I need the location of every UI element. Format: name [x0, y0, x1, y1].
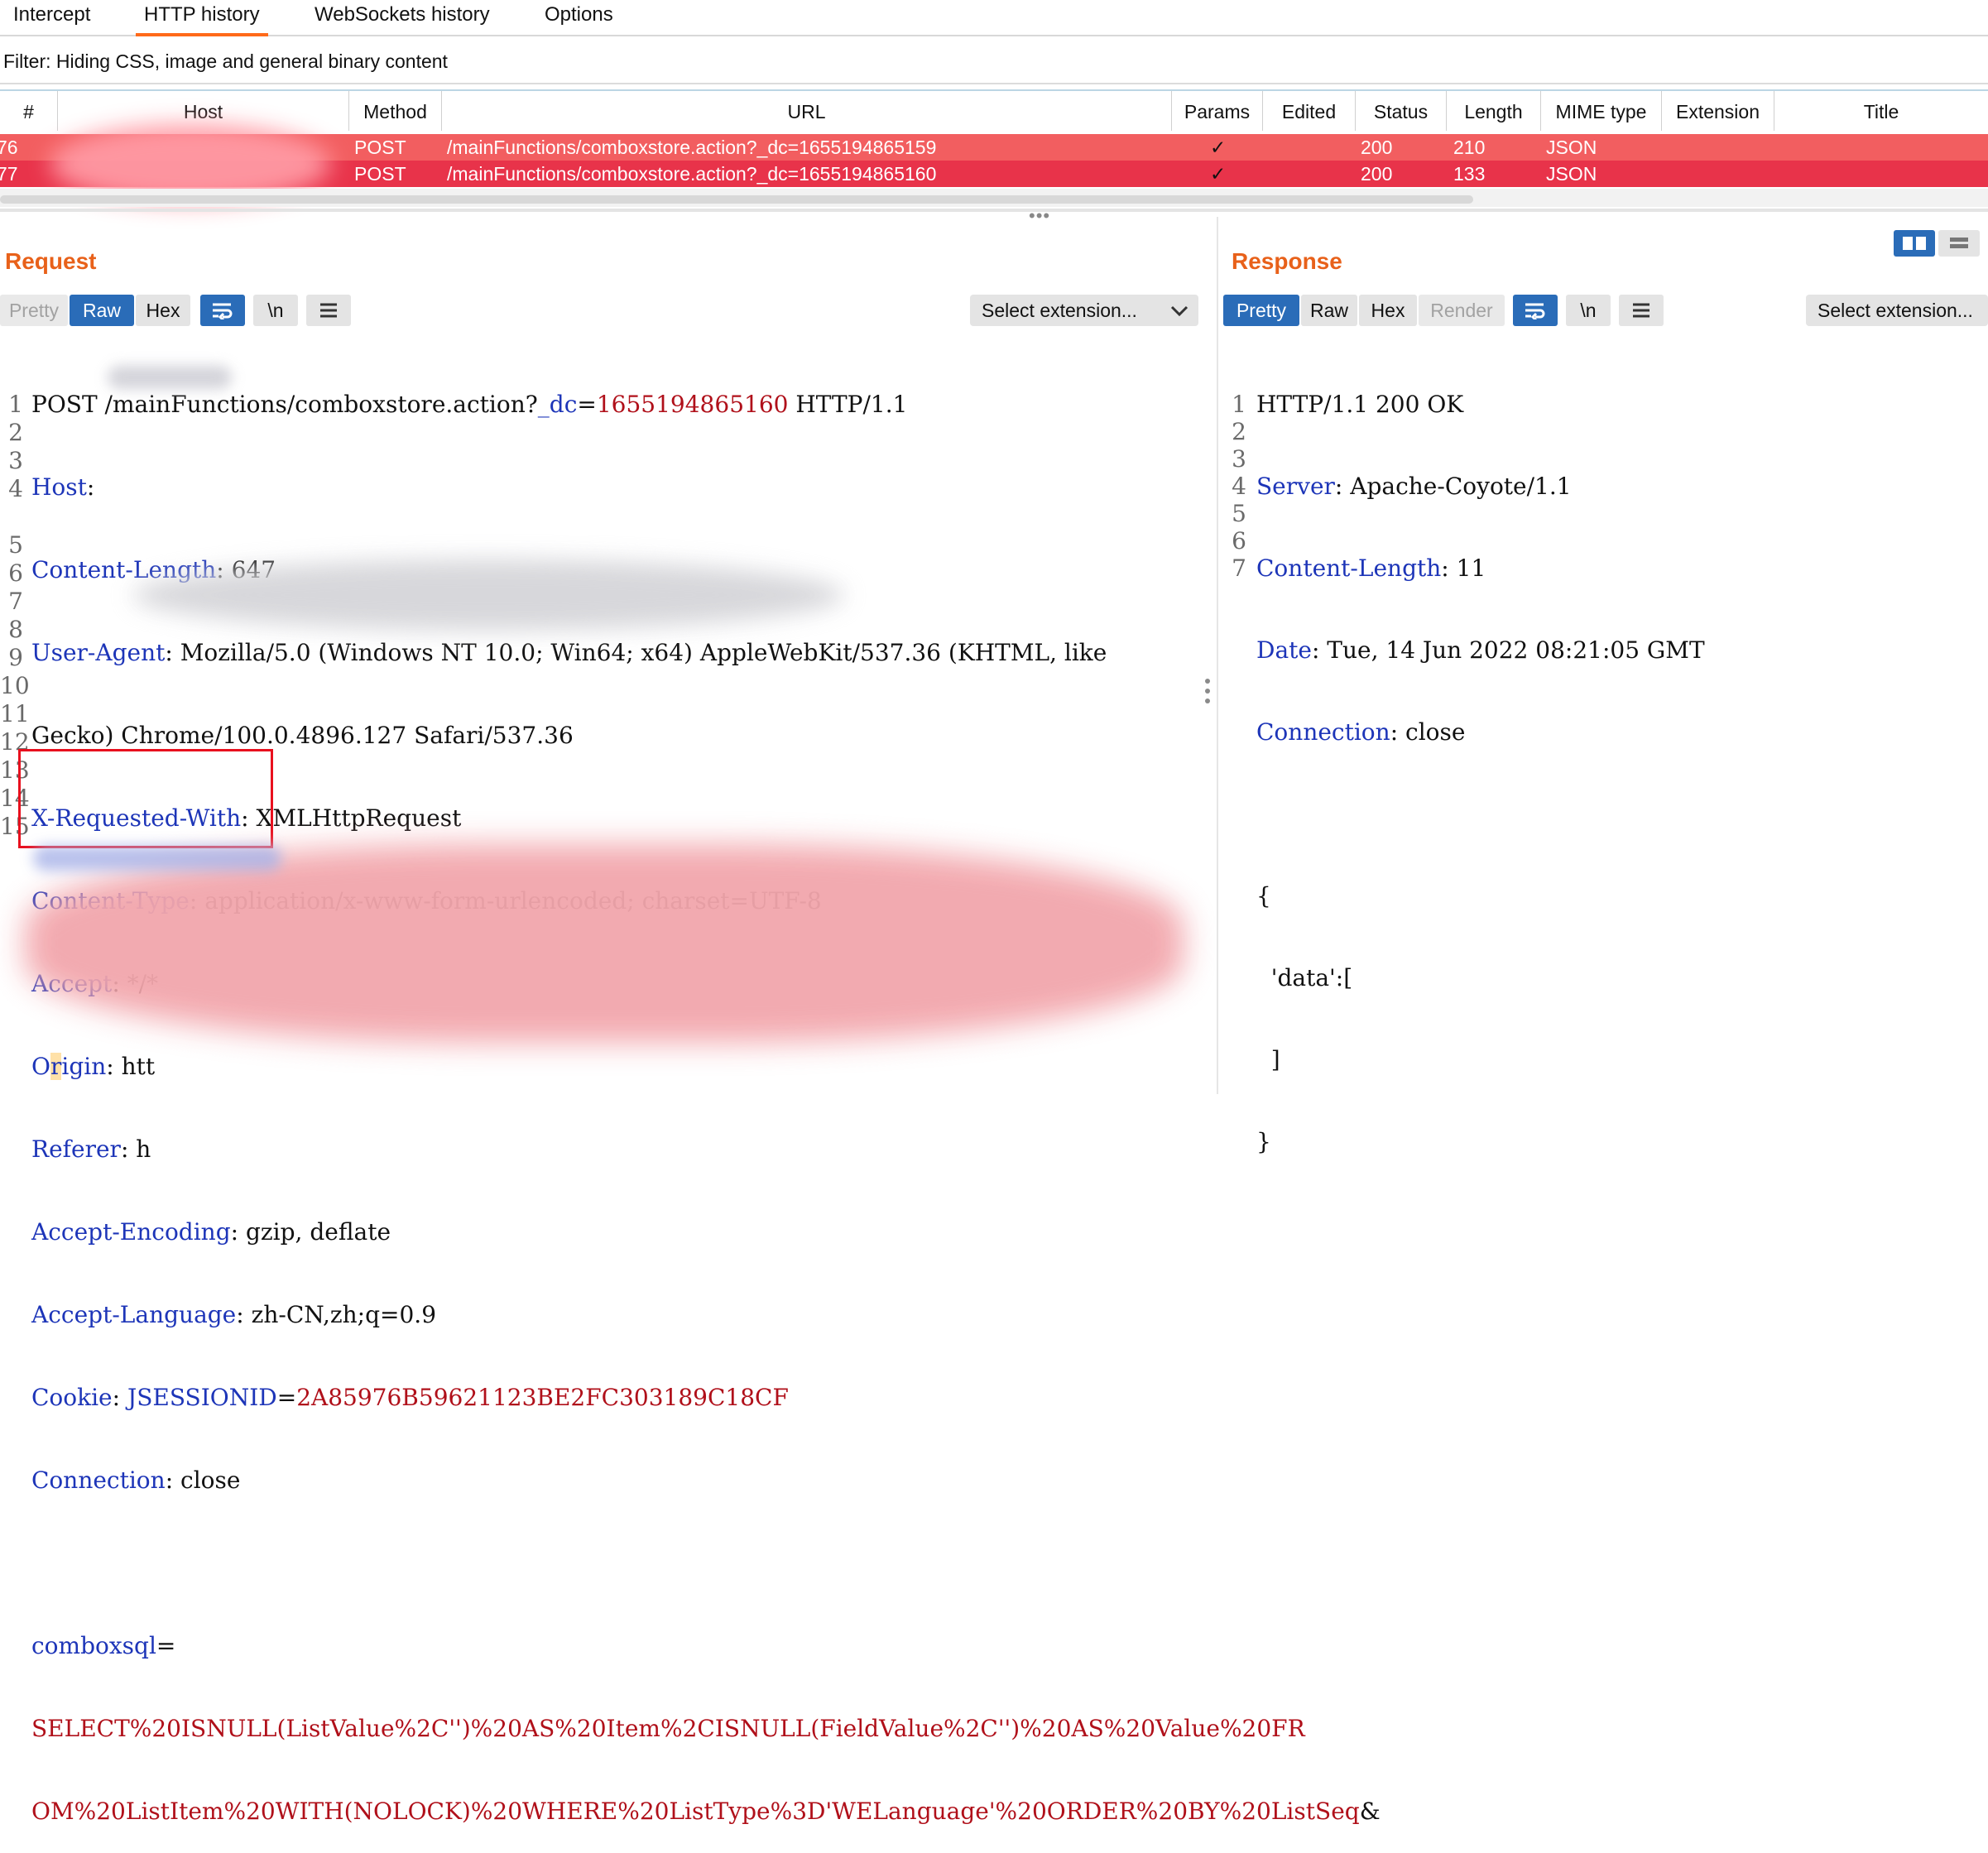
pane-resize-grip-icon[interactable] [1205, 679, 1213, 708]
request-newline-button[interactable]: \n [253, 295, 298, 326]
request-wrap-icon[interactable] [200, 295, 245, 326]
response-pretty-button[interactable]: Pretty [1223, 295, 1299, 326]
col-header-title[interactable]: Title [1774, 91, 1988, 131]
tab-intercept[interactable]: Intercept [5, 0, 98, 33]
col-header-params[interactable]: Params [1172, 91, 1263, 131]
row-url: /mainFunctions/comboxstore.action?_dc=16… [447, 163, 937, 185]
splitter-grip-icon[interactable]: ••• [1029, 207, 1050, 225]
row-length: 210 [1453, 137, 1486, 158]
row-mime: JSON [1546, 137, 1597, 158]
row-params-check: ✓ [1210, 137, 1227, 158]
annotation-highlight-box [18, 749, 273, 848]
col-header-url[interactable]: URL [442, 91, 1172, 131]
row-number: 77 [0, 163, 18, 185]
row-status: 200 [1361, 163, 1393, 185]
response-menu-icon[interactable] [1619, 295, 1664, 326]
request-select-extension[interactable]: Select extension... [970, 295, 1198, 326]
stacked-view-icon[interactable] [1938, 230, 1980, 257]
history-table-header: # Host Method URL Params Edited Status L… [0, 89, 1988, 131]
split-view-icon[interactable] [1894, 230, 1935, 257]
response-newline-button[interactable]: \n [1566, 295, 1611, 326]
row-method: POST [354, 163, 406, 185]
row-method: POST [354, 137, 406, 158]
table-row[interactable]: 76 POST /mainFunctions/comboxstore.actio… [0, 134, 1988, 161]
table-row[interactable]: 77 POST /mainFunctions/comboxstore.actio… [0, 161, 1988, 187]
col-header-host[interactable]: Host [58, 91, 349, 131]
pane-splitter[interactable] [0, 209, 1988, 212]
response-title: Response [1232, 248, 1342, 274]
top-tab-bar: Intercept HTTP history WebSockets histor… [0, 0, 1988, 36]
request-pretty-button[interactable]: Pretty [0, 295, 68, 326]
response-editor[interactable]: HTTP/1.1 200 OK Server: Apache-Coyote/1.… [1256, 336, 1968, 1183]
request-raw-button[interactable]: Raw [70, 295, 134, 326]
response-raw-button[interactable]: Raw [1301, 295, 1357, 326]
response-line-numbers: 1234567 [1232, 391, 1246, 582]
col-header-method[interactable]: Method [349, 91, 442, 131]
row-params-check: ✓ [1210, 163, 1227, 185]
row-url: /mainFunctions/comboxstore.action?_dc=16… [447, 137, 937, 158]
col-header-status[interactable]: Status [1356, 91, 1447, 131]
tab-websockets-history[interactable]: WebSockets history [306, 0, 498, 33]
filter-bar[interactable]: Filter: Hiding CSS, image and general bi… [0, 45, 1988, 84]
chevron-down-icon [1170, 305, 1188, 317]
response-select-extension[interactable]: Select extension... [1806, 295, 1988, 326]
request-hex-button[interactable]: Hex [136, 295, 190, 326]
col-header-mime-type[interactable]: MIME type [1541, 91, 1662, 131]
tab-options[interactable]: Options [536, 0, 622, 33]
row-length: 133 [1453, 163, 1486, 185]
request-menu-icon[interactable] [306, 295, 351, 326]
col-header-length[interactable]: Length [1447, 91, 1541, 131]
row-mime: JSON [1546, 163, 1597, 185]
row-number: 76 [0, 137, 18, 158]
request-select-extension-label: Select extension... [982, 300, 1137, 321]
request-title: Request [5, 248, 97, 274]
response-render-button[interactable]: Render [1419, 295, 1505, 326]
request-response-divider[interactable] [1217, 217, 1218, 1094]
col-header-number[interactable]: # [0, 91, 58, 131]
col-header-extension[interactable]: Extension [1662, 91, 1774, 131]
history-scroll-thumb[interactable] [0, 195, 1473, 204]
request-editor[interactable]: POST /mainFunctions/comboxstore.action?_… [31, 336, 1381, 1853]
row-status: 200 [1361, 137, 1393, 158]
col-header-edited[interactable]: Edited [1263, 91, 1356, 131]
response-wrap-icon[interactable] [1513, 295, 1558, 326]
response-hex-button[interactable]: Hex [1359, 295, 1417, 326]
tab-http-history[interactable]: HTTP history [136, 0, 268, 36]
response-select-extension-label: Select extension... [1818, 300, 1973, 321]
